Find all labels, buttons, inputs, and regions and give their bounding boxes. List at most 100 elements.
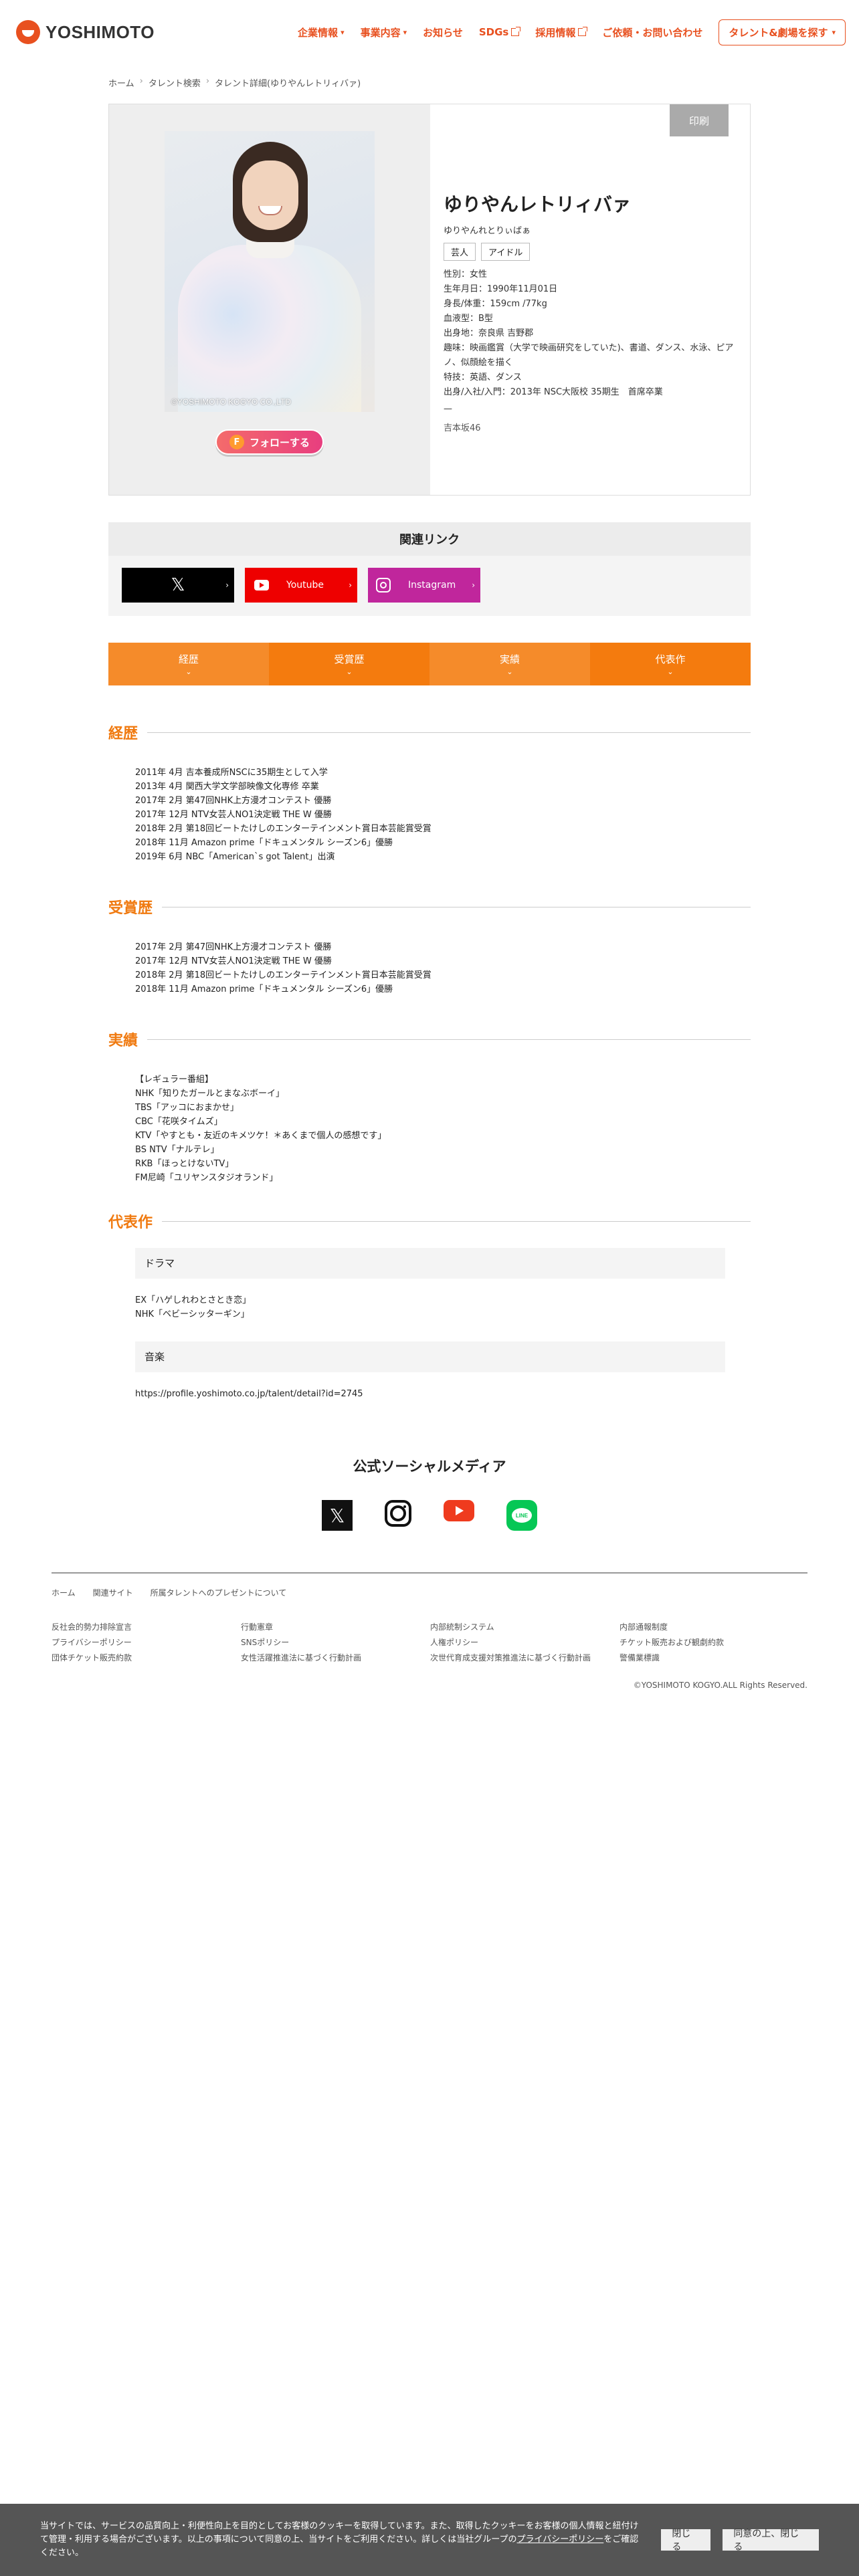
site-logo[interactable]: YOSHIMOTO (16, 20, 155, 44)
nav-item-news[interactable]: お知らせ (423, 25, 463, 39)
chevron-right-icon: › (472, 580, 475, 590)
tag-idol: アイドル (481, 243, 531, 261)
nav-label: 企業情報 (298, 26, 339, 39)
list-item: 2013年 4月 関西大学文学部映像文化専修 卒業 (135, 782, 319, 792)
footer-link[interactable]: 行動憲章 (241, 1621, 430, 1632)
related-link-youtube[interactable]: Youtube › (245, 568, 357, 603)
follow-button[interactable]: F フォローする (215, 429, 324, 455)
talent-kana: ゆりやんれとりぃばぁ (444, 226, 531, 236)
profile-photo-area: ©YOSHIMOTO KOGYO CO.,LTD F フォローする (109, 104, 430, 495)
nav-item-business[interactable]: 事業内容 ▾ (361, 25, 407, 39)
list-item: 2017年 12月 NTV女芸人NO1決定戦 THE W 優勝 (135, 956, 332, 966)
footer-links: ホーム 関連サイト 所属タレントへのプレゼントについて (52, 1587, 807, 1598)
list-item: RKB「ほっとけないTV」 (135, 1159, 234, 1169)
chevron-down-icon: ▾ (341, 27, 345, 37)
info-height-weight: 身長/体重：159cm /77kg (444, 299, 547, 309)
cookie-text: 当サイトでは、サービスの品質向上・利便性向上を目的としてお客様のクッキーを取得し… (40, 2520, 641, 2560)
list-item: 2019年 6月 NBC「American`s got Talent」出演 (135, 852, 335, 862)
chevron-right-icon: › (205, 76, 210, 86)
info-hobby-cont: ノ、似顔絵を描く (444, 358, 513, 368)
footer-link[interactable]: プライバシーポリシー (52, 1636, 241, 1648)
section-title: 経歴 (108, 726, 138, 742)
talent-name: ゆりやんレトリィバァ (444, 193, 632, 215)
footer-link[interactable]: SNSポリシー (241, 1636, 430, 1648)
career-list: 2011年 4月 吉本養成所NSCに35期生として入学 2013年 4月 関西大… (108, 766, 751, 864)
list-item: 2011年 4月 吉本養成所NSCに35期生として入学 (135, 768, 328, 778)
breadcrumb-talent-search[interactable]: タレント検索 (149, 76, 201, 89)
nav-label: ご依頼・お問い合わせ (602, 26, 703, 39)
nav-label: 採用情報 (535, 26, 576, 39)
breadcrumb-home[interactable]: ホーム (108, 76, 134, 89)
section-divider (147, 1039, 751, 1040)
related-link-x[interactable]: 𝕏 › (122, 568, 234, 603)
x-icon: 𝕏 (171, 575, 185, 595)
cookie-agree-button[interactable]: 同意の上、閉じる (723, 2529, 819, 2553)
footer-link-home[interactable]: ホーム (52, 1587, 76, 1598)
related-link-instagram[interactable]: Instagram › (368, 568, 480, 603)
nav-label: SDGs (478, 26, 509, 38)
tab-works[interactable]: 代表作 ⌄ (590, 643, 751, 685)
tab-label: 代表作 (655, 653, 686, 665)
section-header: 実績 (108, 1029, 751, 1050)
line-icon[interactable]: LINE (506, 1500, 537, 1531)
cookie-close-button[interactable]: 閉じる (661, 2529, 711, 2553)
logo-mark-icon (16, 20, 40, 44)
main-nav: 企業情報 ▾ 事業内容 ▾ お知らせ SDGs 採用情報 ご依頼・お問い合わせ タレ… (298, 19, 846, 45)
chevron-right-icon: › (225, 580, 229, 590)
social-icons: 𝕏 LINE (108, 1500, 751, 1531)
footer-link[interactable]: 反社会的勢力排除宣言 (52, 1621, 241, 1632)
footer-link[interactable]: 警備業標識 (619, 1652, 809, 1663)
cta-label: タレント&劇場を探す (729, 26, 828, 39)
tab-achievements[interactable]: 実績 ⌄ (430, 643, 590, 685)
footer-link[interactable]: 内部統制システム (430, 1621, 619, 1632)
tab-awards[interactable]: 受賞歴 ⌄ (269, 643, 430, 685)
site-header: YOSHIMOTO 企業情報 ▾ 事業内容 ▾ お知らせ SDGs 採用情報 ご依頼… (0, 0, 859, 64)
nav-item-recruit[interactable]: 採用情報 (535, 25, 588, 39)
breadcrumb-current: タレント詳細(ゆりやんレトリィバァ) (215, 79, 361, 89)
list-item: 2017年 2月 第47回NHK上方漫才コンテスト 優勝 (135, 796, 332, 806)
footer-link[interactable]: 団体チケット販売約款 (52, 1652, 241, 1663)
cookie-buttons: 閉じる 同意の上、閉じる (661, 2529, 819, 2553)
logo-text: YOSHIMOTO (45, 21, 155, 42)
info-dash: — (444, 404, 452, 414)
career-section: 経歴 2011年 4月 吉本養成所NSCに35期生として入学 2013年 4月 … (108, 722, 751, 864)
chevron-down-icon: ▾ (832, 27, 836, 37)
footer-link[interactable]: 内部通報制度 (619, 1621, 809, 1632)
list-item: 2017年 2月 第47回NHK上方漫才コンテスト 優勝 (135, 942, 332, 952)
print-button[interactable]: 印刷 (670, 104, 729, 136)
nav-label: 事業内容 (360, 26, 401, 39)
footer-link-related-sites[interactable]: 関連サイト (93, 1587, 133, 1598)
profile-info-area: 印刷 ゆりやんレトリィバァ ゆりやんれとりぃばぁ 芸人 アイドル 性別：女性 生… (430, 104, 750, 495)
section-tabs: 経歴 ⌄ 受賞歴 ⌄ 実績 ⌄ 代表作 ⌄ (108, 643, 751, 685)
find-talent-button[interactable]: タレント&劇場を探す ▾ (719, 19, 846, 45)
nav-item-company[interactable]: 企業情報 ▾ (298, 25, 345, 39)
privacy-policy-link[interactable]: プライバシーポリシー (517, 2535, 604, 2545)
chevron-down-icon: ⌄ (185, 667, 192, 676)
footer-link-present[interactable]: 所属タレントへのプレゼントについて (151, 1587, 287, 1598)
music-link[interactable]: https://profile.yoshimoto.co.jp/talent/d… (135, 1387, 751, 1401)
list-item: 2018年 2月 第18回ビートたけしのエンターテインメント賞日本芸能賞受賞 (135, 970, 432, 980)
nav-item-sdgs[interactable]: SDGs (478, 26, 521, 38)
related-links-title: 関連リンク (108, 522, 751, 556)
chevron-down-icon: ⌄ (346, 667, 353, 676)
footer-policy-grid: 反社会的勢力排除宣言 行動憲章 内部統制システム 内部通報制度 プライバシーポリ… (52, 1621, 807, 1663)
social-section: 公式ソーシャルメディア 𝕏 LINE (108, 1456, 751, 1531)
youtube-icon[interactable] (444, 1500, 474, 1521)
list-item: TBS「アッコにおまかせ」 (135, 1103, 239, 1113)
cookie-banner: 当サイトでは、サービスの品質向上・利便性向上を目的としてお客様のクッキーを取得し… (0, 2504, 859, 2576)
nav-item-contact[interactable]: ご依頼・お問い合わせ (602, 25, 702, 39)
section-title: 実績 (108, 1033, 138, 1049)
talent-photo: ©YOSHIMOTO KOGYO CO.,LTD (165, 131, 375, 412)
instagram-icon[interactable] (385, 1500, 411, 1527)
tab-label: 経歴 (178, 653, 199, 665)
works-music-list: https://profile.yoshimoto.co.jp/talent/d… (135, 1387, 751, 1401)
footer-link[interactable]: 女性活躍推進法に基づく行動計画 (241, 1652, 430, 1663)
talent-group: 吉本坂46 (444, 423, 481, 433)
footer-link[interactable]: チケット販売および観劇約款 (619, 1636, 809, 1648)
talent-tags: 芸人 アイドル (444, 243, 737, 261)
footer-link[interactable]: 人権ポリシー (430, 1636, 619, 1648)
list-item: 2017年 12月 NTV女芸人NO1決定戦 THE W 優勝 (135, 810, 332, 820)
tab-career[interactable]: 経歴 ⌄ (108, 643, 269, 685)
x-icon[interactable]: 𝕏 (322, 1500, 353, 1531)
footer-link[interactable]: 次世代育成支援対策推進法に基づく行動計画 (430, 1652, 619, 1663)
